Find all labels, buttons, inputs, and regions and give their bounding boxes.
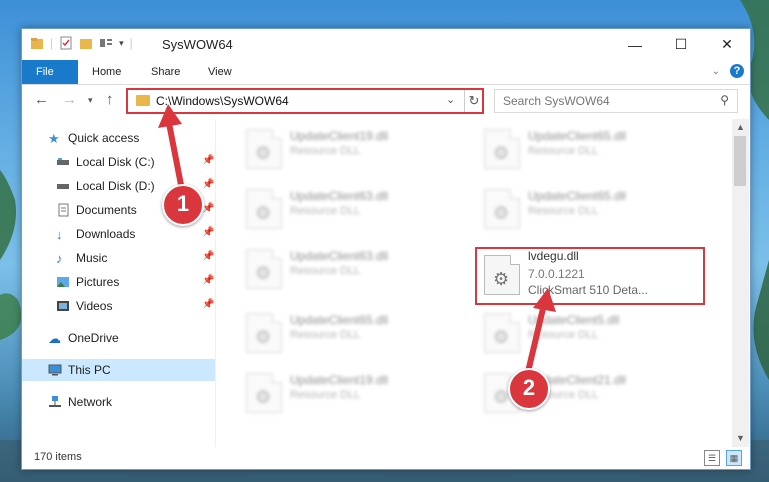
arrow-2-head <box>533 288 556 312</box>
annotation-arrows <box>158 104 556 375</box>
arrow-2 <box>525 297 548 375</box>
arrow-1 <box>165 115 185 193</box>
annotation-badge-1: 1 <box>162 184 204 226</box>
annotation-badge-2: 2 <box>508 368 550 410</box>
arrow-1-head <box>158 104 182 128</box>
